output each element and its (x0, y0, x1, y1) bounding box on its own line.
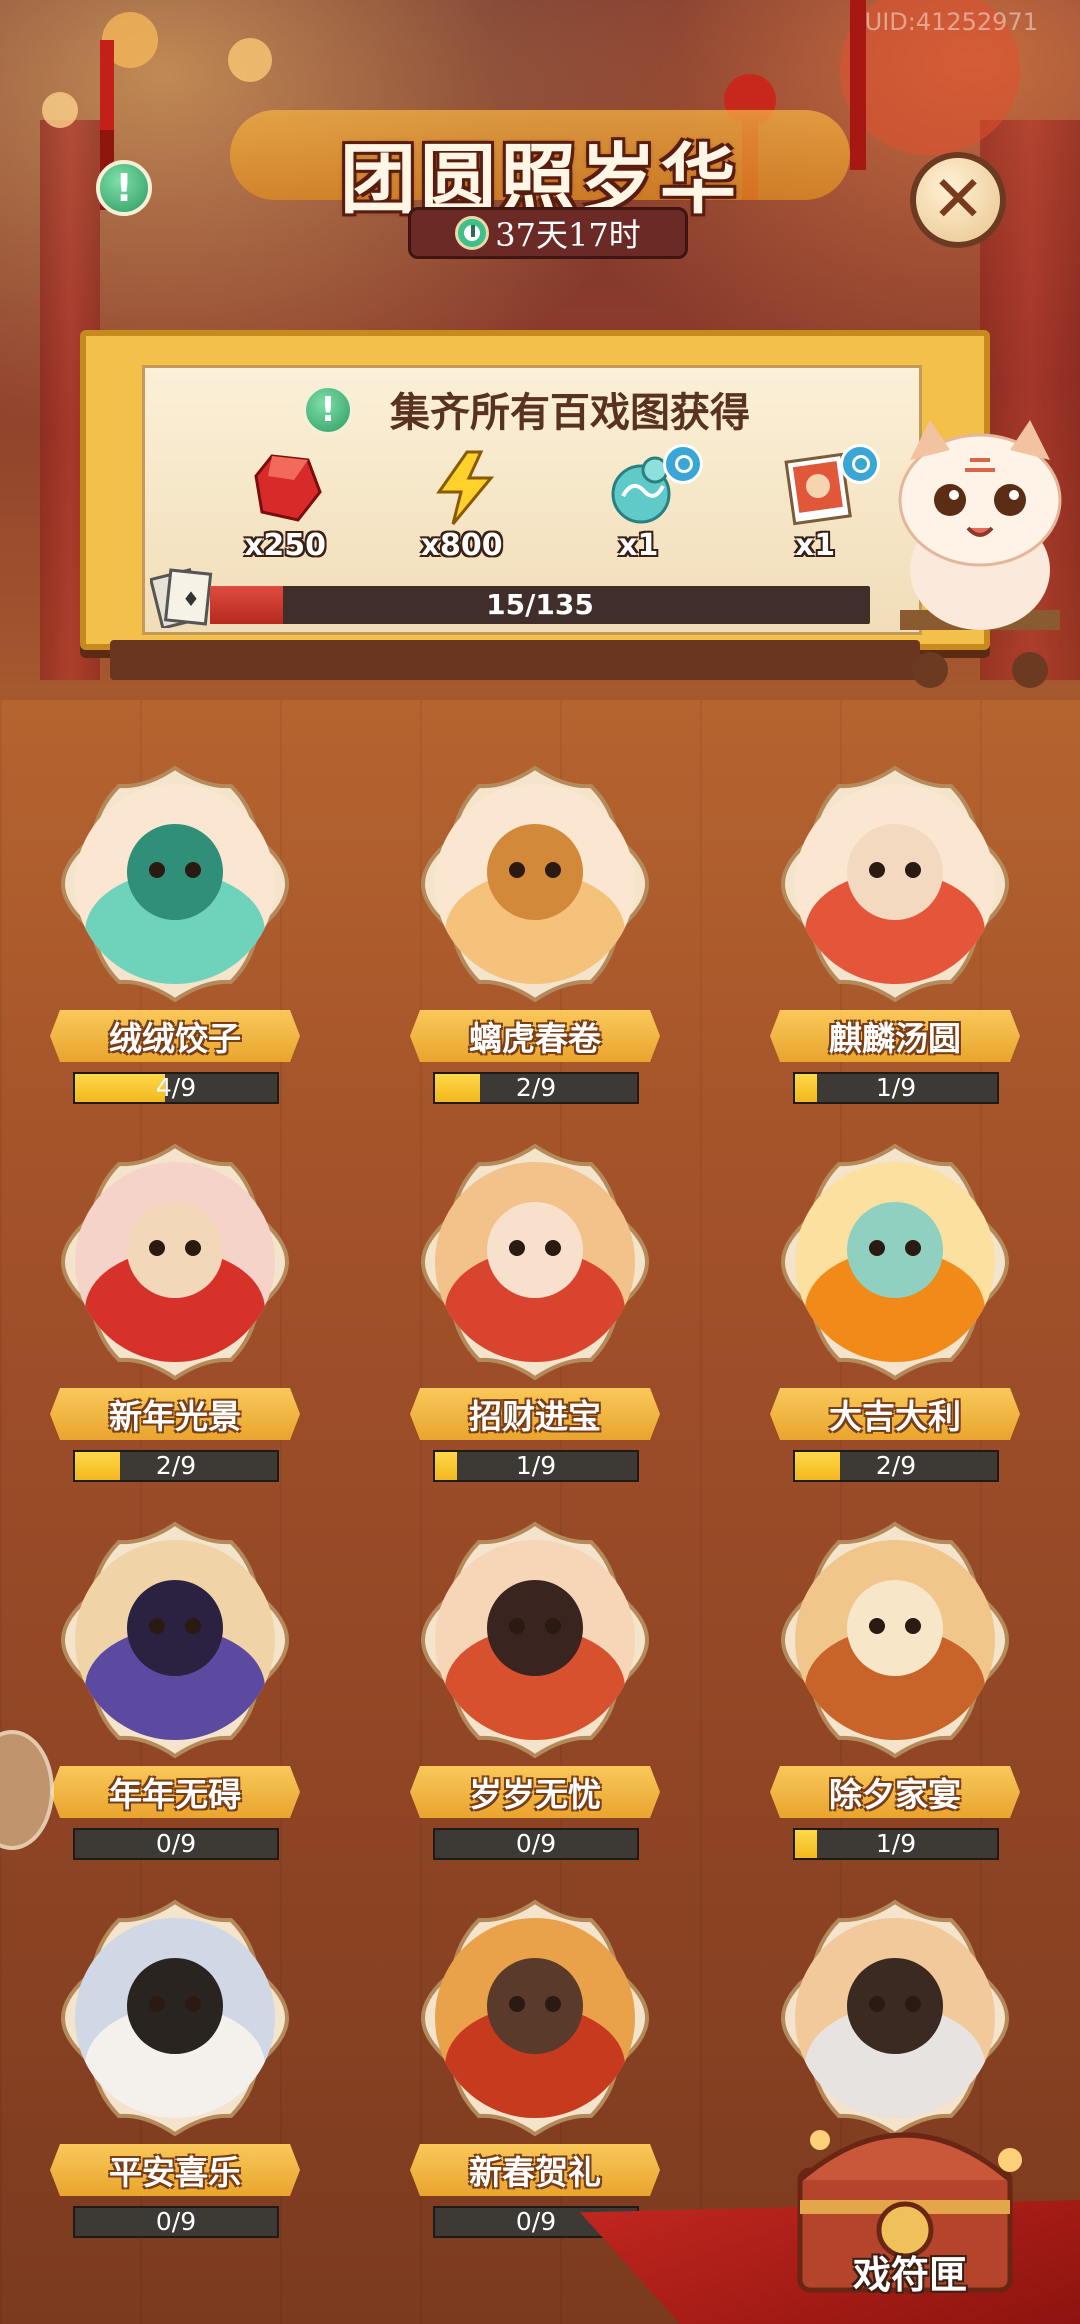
mascot-tiger-character[interactable] (880, 420, 1080, 700)
card-progress-bar: 1/9 (793, 1828, 999, 1860)
clock-icon (455, 216, 490, 250)
collection-card[interactable]: 平安喜乐 0/9 (45, 1896, 305, 2246)
collection-card[interactable]: 招财进宝 1/9 (405, 1140, 665, 1490)
collection-card[interactable]: 除夕家宴 1/9 (765, 1518, 1025, 1868)
chest-label[interactable]: 戏符匣 (820, 2244, 1000, 2299)
card-stack-icon: ♦ (150, 568, 213, 628)
lightning-bolt-icon (435, 450, 494, 525)
collection-progress-bar: 15/135 (210, 586, 870, 624)
reward-item[interactable]: x800 (397, 450, 527, 570)
timer-text: 37天17时 (495, 216, 641, 254)
reward-item[interactable]: x1 (573, 444, 704, 570)
card-progress-text: 2/9 (155, 1451, 197, 1480)
countdown-timer: 37天17时 (408, 207, 688, 259)
collection-card[interactable]: 新年光景 2/9 (45, 1140, 305, 1490)
card-art-fortune-lady[interactable] (413, 1140, 657, 1384)
card-progress-bar: 0/9 (73, 1828, 279, 1860)
card-title: 新春贺礼 (410, 2144, 660, 2196)
uid-label: UID:41252971 (864, 8, 1038, 36)
reward-item[interactable]: x1 (750, 444, 880, 570)
card-art-qilin-tangyuan[interactable] (773, 762, 1017, 1006)
card-progress-bar: 1/9 (433, 1450, 639, 1482)
card-progress-text: 4/9 (155, 1073, 197, 1102)
reward-list: x250 x800 x1 x1 (220, 444, 880, 570)
card-art-dragon-dumpling[interactable] (53, 762, 297, 1006)
card-progress-bar: 0/9 (433, 1828, 639, 1860)
card-progress-bar: 2/9 (793, 1450, 999, 1482)
collection-card[interactable]: 大吉大利 2/9 (765, 1140, 1025, 1490)
card-progress-bar: 0/9 (73, 2206, 279, 2238)
svg-text:♦: ♦ (182, 587, 200, 611)
card-art-feast[interactable] (773, 1518, 1017, 1762)
reward-qty: x250 (244, 528, 326, 563)
card-title: 平安喜乐 (50, 2144, 300, 2196)
collection-card[interactable]: 岁岁无忧 0/9 (405, 1518, 665, 1868)
card-art-lucky-orange[interactable] (773, 1140, 1017, 1384)
card-progress-text: 2/9 (515, 1073, 557, 1102)
reward-qty: x800 (420, 528, 503, 563)
reward-item[interactable]: x250 (220, 450, 350, 570)
card-art-golden-dragon[interactable] (413, 1896, 657, 2140)
card-progress-text: 2/9 (875, 1451, 917, 1480)
progress-text: 15/135 (486, 588, 594, 621)
card-progress-text: 0/9 (155, 1829, 197, 1858)
magnify-icon[interactable] (839, 444, 880, 484)
collection-card[interactable]: 麒麟汤圆 1/9 (765, 762, 1025, 1112)
card-title: 年年无碍 (50, 1766, 300, 1818)
card-title: 绒绒饺子 (50, 1010, 300, 1062)
card-progress-text: 0/9 (515, 1829, 557, 1858)
card-art-tiger-springroll[interactable] (413, 762, 657, 1006)
card-art-fu-girl[interactable] (53, 1140, 297, 1384)
card-progress-text: 1/9 (875, 1073, 917, 1102)
reward-qty: x1 (618, 528, 659, 563)
magnify-icon[interactable] (663, 444, 704, 484)
card-progress-text: 0/9 (155, 2207, 197, 2236)
panel-shelf (110, 640, 920, 680)
card-progress-text: 1/9 (875, 1829, 917, 1858)
collection-card[interactable]: 新春贺礼 0/9 (405, 1896, 665, 2246)
reward-qty: x1 (794, 528, 836, 563)
card-art-scholar[interactable] (53, 1896, 297, 2140)
card-title: 麒麟汤圆 (770, 1010, 1020, 1062)
ruby-gem-icon (254, 454, 322, 522)
collection-card[interactable]: 螭虎春卷 2/9 (405, 762, 665, 1112)
card-title: 螭虎春卷 (410, 1010, 660, 1062)
card-progress-bar: 2/9 (73, 1450, 279, 1482)
card-progress-text: 1/9 (515, 1451, 557, 1480)
card-title: 新年光景 (50, 1388, 300, 1440)
card-title: 大吉大利 (770, 1388, 1020, 1440)
close-button[interactable]: ✕ (910, 152, 1006, 248)
card-progress-bar: 4/9 (73, 1072, 279, 1104)
collection-card[interactable]: 年年无碍 0/9 (45, 1518, 305, 1868)
card-progress-bar: 2/9 (433, 1072, 639, 1104)
card-title: 除夕家宴 (770, 1766, 1020, 1818)
card-title: 岁岁无忧 (410, 1766, 660, 1818)
card-art-red-robe-girl[interactable] (413, 1518, 657, 1762)
collection-card[interactable]: 绒绒饺子 4/9 (45, 762, 305, 1112)
card-art-warrior[interactable] (53, 1518, 297, 1762)
card-progress-bar: 1/9 (793, 1072, 999, 1104)
card-title: 招财进宝 (410, 1388, 660, 1440)
